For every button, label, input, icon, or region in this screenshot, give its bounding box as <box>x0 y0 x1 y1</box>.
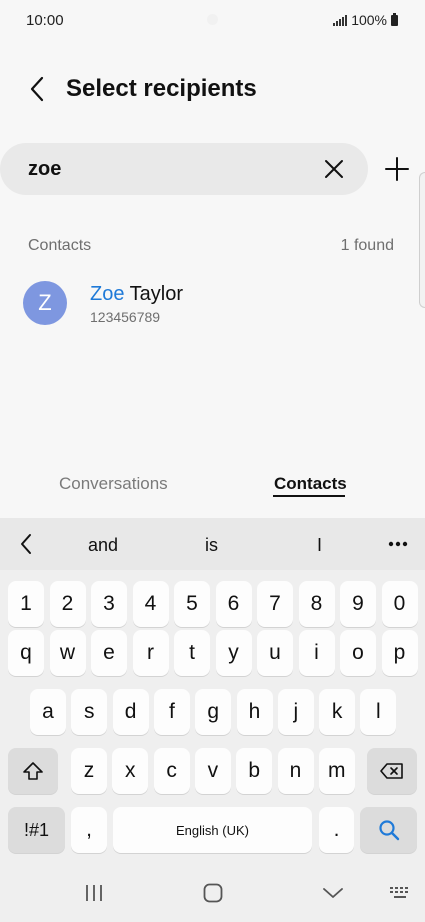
more-options-button[interactable] <box>385 532 411 556</box>
status-time: 10:00 <box>26 12 64 29</box>
space-key[interactable]: English (UK) <box>113 807 312 853</box>
key-m[interactable]: m <box>318 748 355 794</box>
page-title: Select recipients <box>66 75 257 102</box>
key-9[interactable]: 9 <box>340 581 376 627</box>
keyboard: and is I 1234567890 qwertyuiop asdfghjkl… <box>0 518 425 922</box>
key-i[interactable]: i <box>298 630 335 676</box>
contact-name-rest: Taylor <box>124 283 184 305</box>
tab-active-indicator <box>273 495 345 497</box>
contact-number: 123456789 <box>90 309 161 325</box>
key-t[interactable]: t <box>174 630 210 676</box>
key-e[interactable]: e <box>91 630 127 676</box>
chevron-down-icon <box>323 888 343 898</box>
suggestion-3[interactable]: I <box>317 535 322 556</box>
home-button[interactable] <box>193 878 233 908</box>
backspace-icon <box>380 763 403 779</box>
key-l[interactable]: l <box>360 689 397 735</box>
key-x[interactable]: x <box>112 748 149 794</box>
key-0[interactable]: 0 <box>381 581 418 627</box>
navigation-bar <box>0 864 425 922</box>
key-v[interactable]: v <box>194 748 231 794</box>
key-c[interactable]: c <box>153 748 190 794</box>
key-h[interactable]: h <box>236 689 273 735</box>
suggestion-back-button[interactable] <box>14 531 38 557</box>
period-key[interactable]: . <box>319 807 354 853</box>
key-4[interactable]: 4 <box>132 581 169 627</box>
key-b[interactable]: b <box>236 748 273 794</box>
recent-apps-icon <box>86 885 102 901</box>
key-s[interactable]: s <box>71 689 108 735</box>
more-horizontal-icon <box>388 541 408 547</box>
chevron-left-icon <box>30 76 44 102</box>
hide-keyboard-button[interactable] <box>313 878 353 908</box>
key-6[interactable]: 6 <box>215 581 252 627</box>
key-k[interactable]: k <box>319 689 356 735</box>
key-j[interactable]: j <box>277 689 314 735</box>
battery-icon <box>391 12 398 26</box>
status-bar: 10:00 100% <box>0 0 425 40</box>
header: Select recipients <box>0 60 425 120</box>
scroll-handle[interactable] <box>419 172 425 308</box>
key-2[interactable]: 2 <box>49 581 86 627</box>
chevron-left-icon <box>21 534 31 554</box>
contact-name-match: Zoe <box>90 283 125 305</box>
plus-icon <box>385 157 409 181</box>
found-count: 1 found <box>340 237 394 254</box>
home-icon <box>203 883 223 903</box>
key-8[interactable]: 8 <box>298 581 335 627</box>
suggestion-1[interactable]: and <box>88 535 118 556</box>
contact-row[interactable]: Z Zoe Taylor 123456789 <box>0 270 415 336</box>
comma-key[interactable]: , <box>71 807 107 853</box>
symbols-key[interactable]: !#1 <box>8 807 65 853</box>
shift-key[interactable] <box>8 748 58 794</box>
back-button[interactable] <box>22 74 52 104</box>
result-tabs: Conversations Contacts <box>0 466 425 506</box>
camera-cutout <box>207 14 218 25</box>
section-label-contacts: Contacts <box>28 237 92 254</box>
key-z[interactable]: z <box>71 748 107 794</box>
key-a[interactable]: a <box>30 689 66 735</box>
search-icon <box>378 820 399 841</box>
search-value: zoe <box>28 158 62 180</box>
key-w[interactable]: w <box>49 630 86 676</box>
tab-conversations[interactable]: Conversations <box>59 474 168 494</box>
key-y[interactable]: y <box>215 630 252 676</box>
shift-icon <box>23 762 43 780</box>
key-3[interactable]: 3 <box>91 581 127 627</box>
suggestion-2[interactable]: is <box>205 535 218 556</box>
key-5[interactable]: 5 <box>174 581 210 627</box>
signal-icon <box>333 14 348 26</box>
keyboard-switch-button[interactable] <box>380 878 420 908</box>
key-p[interactable]: p <box>381 630 418 676</box>
key-1[interactable]: 1 <box>8 581 44 627</box>
avatar: Z <box>23 281 67 325</box>
battery-percent: 100% <box>351 12 387 28</box>
search-input[interactable]: zoe <box>0 143 368 195</box>
key-g[interactable]: g <box>195 689 232 735</box>
tab-contacts[interactable]: Contacts <box>274 474 347 494</box>
contact-name: Zoe Taylor <box>90 283 183 306</box>
key-r[interactable]: r <box>132 630 169 676</box>
search-key[interactable] <box>360 807 417 853</box>
clear-search-button[interactable] <box>320 155 348 183</box>
key-7[interactable]: 7 <box>257 581 293 627</box>
keyboard-icon <box>390 887 408 898</box>
key-f[interactable]: f <box>153 689 190 735</box>
status-indicators: 100% <box>333 12 398 28</box>
key-d[interactable]: d <box>112 689 149 735</box>
recent-apps-button[interactable] <box>74 878 114 908</box>
key-q[interactable]: q <box>8 630 44 676</box>
backspace-key[interactable] <box>367 748 417 794</box>
key-o[interactable]: o <box>340 630 376 676</box>
close-icon <box>325 160 343 178</box>
key-n[interactable]: n <box>277 748 314 794</box>
add-recipient-button[interactable] <box>381 153 413 185</box>
key-u[interactable]: u <box>257 630 293 676</box>
suggestion-bar: and is I <box>0 518 425 570</box>
